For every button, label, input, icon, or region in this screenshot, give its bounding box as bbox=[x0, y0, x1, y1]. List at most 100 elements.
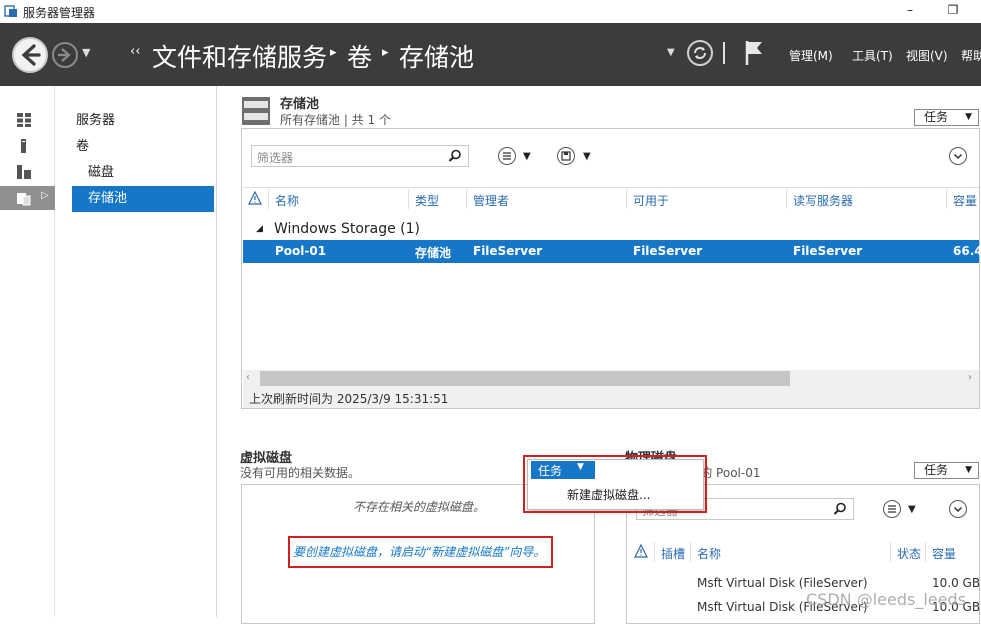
breadcrumb-separator-icon: ▸ bbox=[382, 45, 389, 60]
header-bar: ▼ ‹‹ 文件和存储服务 ▸ 卷 ▸ 存储池 ▼ 管理(M) 工具(T) 视图(… bbox=[0, 23, 981, 86]
chevron-down-icon[interactable]: ▼ bbox=[523, 151, 531, 162]
view-options-button[interactable] bbox=[498, 147, 516, 165]
expand-arrow-icon: ▷ bbox=[41, 190, 49, 201]
rail-all-servers[interactable] bbox=[0, 160, 55, 184]
local-server-icon bbox=[21, 139, 26, 153]
nav-item-storage-pools[interactable]: 存储池 bbox=[72, 186, 214, 212]
minimize-button[interactable]: – bbox=[900, 3, 920, 17]
highlight-box bbox=[523, 455, 707, 513]
column-divider bbox=[654, 542, 655, 562]
menu-view[interactable]: 视图(V) bbox=[906, 47, 948, 64]
column-capacity[interactable]: 容量 bbox=[932, 545, 956, 562]
arrow-right-icon bbox=[58, 48, 71, 62]
chevron-down-icon: ▼ bbox=[965, 465, 972, 475]
last-refresh-text: 上次刷新时间为 2025/3/9 15:31:51 bbox=[249, 392, 449, 406]
group-header[interactable]: Windows Storage (1) bbox=[274, 221, 420, 237]
menu-tools[interactable]: 工具(T) bbox=[852, 47, 893, 64]
pools-tasks-button[interactable]: 任务 ▼ bbox=[914, 109, 979, 126]
server-manager-icon bbox=[4, 5, 17, 17]
chevron-down-icon[interactable]: ▼ bbox=[583, 151, 591, 162]
chevron-down-icon: ▼ bbox=[965, 112, 972, 122]
file-storage-icon bbox=[17, 193, 31, 206]
storage-pool-icon bbox=[242, 97, 270, 125]
collapse-group-icon[interactable]: ◢ bbox=[256, 224, 263, 234]
nav-item-servers[interactable]: 服务器 bbox=[71, 108, 211, 134]
cell-managed-by: FileServer bbox=[473, 244, 543, 258]
pools-panel bbox=[241, 128, 980, 409]
column-rw-server[interactable]: 读写服务器 bbox=[793, 192, 853, 209]
scroll-left-icon[interactable]: ‹ bbox=[246, 372, 250, 383]
table-row[interactable]: Pool-01 存储池 FileServer FileServer FileSe… bbox=[243, 240, 981, 263]
breadcrumb-file-storage[interactable]: 文件和存储服务 bbox=[152, 38, 327, 74]
rail-local-server[interactable] bbox=[0, 134, 55, 158]
notifications-flag-icon[interactable] bbox=[744, 39, 766, 67]
filter-placeholder: 筛选器 bbox=[257, 151, 294, 165]
save-icon bbox=[561, 151, 571, 161]
rail-file-storage[interactable]: ▷ bbox=[0, 186, 55, 210]
column-status[interactable]: 状态 bbox=[897, 545, 921, 562]
pools-filter-input[interactable]: 筛选器 bbox=[251, 145, 469, 167]
window-title: 服务器管理器 bbox=[23, 6, 96, 20]
scroll-right-icon[interactable]: › bbox=[968, 372, 972, 383]
dashboard-icon bbox=[17, 113, 31, 127]
rail-dashboard[interactable] bbox=[0, 108, 55, 132]
physical-disks-tasks-button[interactable]: 任务 ▼ bbox=[914, 462, 979, 479]
column-slot[interactable]: 插槽 bbox=[661, 545, 685, 562]
collapse-pools-button[interactable] bbox=[949, 147, 967, 165]
column-managed-by[interactable]: 管理者 bbox=[473, 192, 509, 209]
column-name[interactable]: 名称 bbox=[275, 192, 299, 209]
list-icon bbox=[888, 505, 896, 513]
breadcrumb-separator-icon: ▸ bbox=[330, 45, 337, 60]
tasks-label: 任务 bbox=[924, 463, 949, 477]
pools-subtitle: 所有存储池 | 共 1 个 bbox=[280, 113, 391, 127]
title-bar: 服务器管理器 – ❐ bbox=[0, 0, 981, 23]
column-divider bbox=[925, 542, 926, 562]
save-query-button[interactable] bbox=[557, 147, 575, 165]
pools-title: 存储池 bbox=[280, 97, 320, 112]
column-divider bbox=[890, 542, 891, 562]
refresh-button[interactable] bbox=[687, 40, 713, 66]
watermark: CSDN @leeds_leeds bbox=[806, 590, 966, 609]
column-divider bbox=[408, 189, 409, 209]
nav-item-disks[interactable]: 磁盘 bbox=[72, 160, 214, 186]
cell-rw-server: FileServer bbox=[793, 244, 863, 258]
column-divider bbox=[268, 189, 269, 209]
warning-icon bbox=[634, 544, 648, 558]
header-rule bbox=[243, 187, 979, 188]
refresh-icon bbox=[694, 47, 706, 59]
column-divider bbox=[786, 189, 787, 209]
divider bbox=[723, 42, 725, 64]
list-icon bbox=[503, 152, 511, 160]
warning-icon bbox=[248, 191, 262, 205]
icon-rail: ▷ bbox=[0, 86, 55, 617]
cell-capacity: 66.4 bbox=[953, 244, 981, 258]
forward-button[interactable] bbox=[52, 42, 78, 68]
search-icon bbox=[448, 149, 461, 162]
dropdown-icon[interactable]: ▼ bbox=[667, 47, 675, 58]
restore-button[interactable]: ❐ bbox=[943, 3, 963, 17]
chevron-down-icon[interactable]: ▼ bbox=[908, 504, 916, 515]
view-options-button[interactable] bbox=[883, 500, 901, 518]
column-divider bbox=[946, 189, 947, 209]
physical-disk-name[interactable]: Msft Virtual Disk (FileServer) bbox=[697, 576, 868, 590]
column-capacity[interactable]: 容量 bbox=[953, 192, 977, 209]
collapse-physical-button[interactable] bbox=[949, 500, 967, 518]
back-button[interactable] bbox=[12, 37, 48, 73]
search-icon bbox=[833, 502, 846, 515]
menu-help[interactable]: 帮助 bbox=[961, 47, 981, 64]
column-available-to[interactable]: 可用于 bbox=[633, 192, 669, 209]
breadcrumb-storage-pools: 存储池 bbox=[399, 43, 475, 72]
column-name[interactable]: 名称 bbox=[697, 545, 721, 562]
menu-manage[interactable]: 管理(M) bbox=[789, 47, 833, 64]
all-servers-icon bbox=[17, 165, 31, 179]
column-divider bbox=[690, 542, 691, 562]
chevron-down-icon bbox=[953, 153, 963, 160]
column-type[interactable]: 类型 bbox=[415, 192, 439, 209]
empty-message: 不存在相关的虚拟磁盘。 bbox=[353, 500, 486, 514]
cell-type: 存储池 bbox=[415, 246, 452, 260]
history-dropdown-icon[interactable]: ▼ bbox=[82, 46, 90, 59]
scrollbar-thumb[interactable] bbox=[260, 371, 790, 386]
nav-item-volumes[interactable]: 卷 bbox=[71, 134, 211, 160]
breadcrumb-volumes[interactable]: 卷 bbox=[347, 38, 372, 74]
cell-available-to: FileServer bbox=[633, 244, 703, 258]
